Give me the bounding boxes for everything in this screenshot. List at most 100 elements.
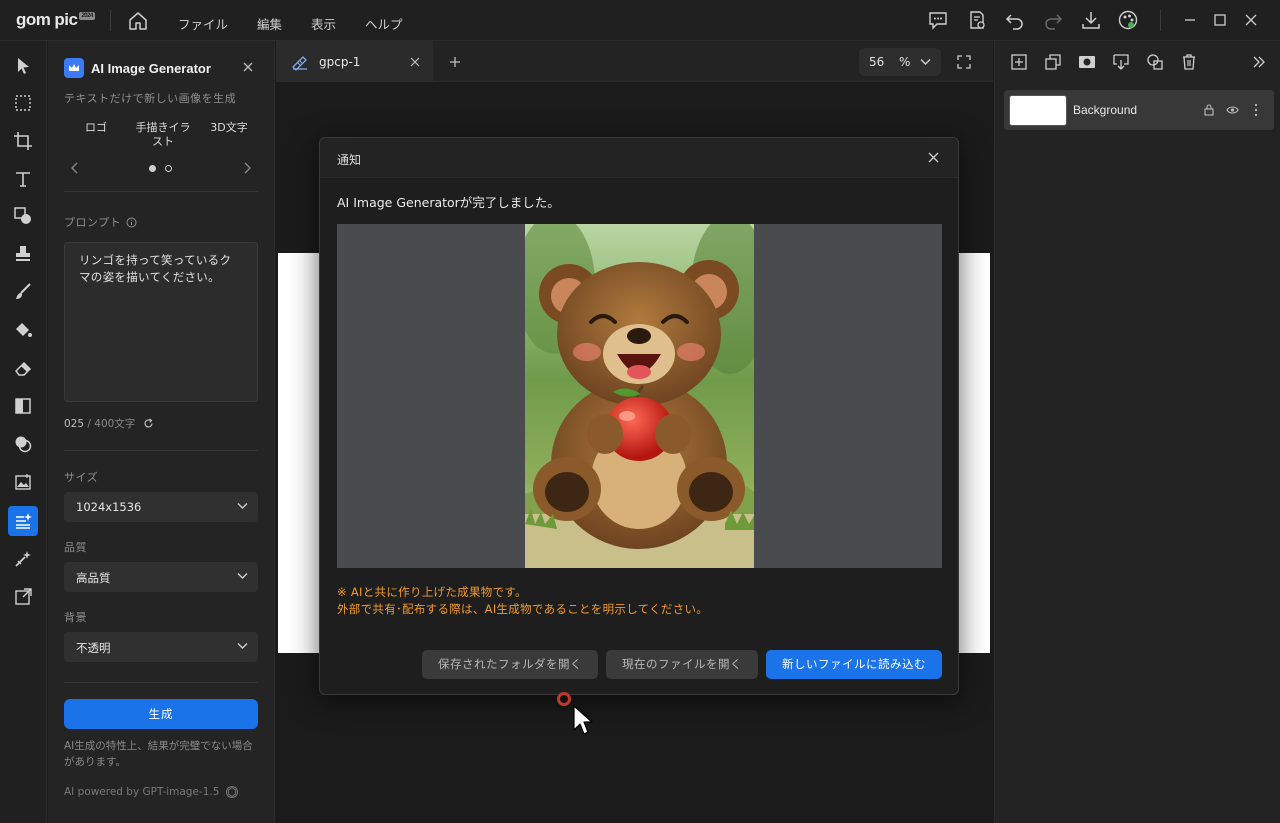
stamp-icon[interactable]	[8, 239, 38, 269]
layers-panel: Background	[994, 41, 1280, 823]
panel-subtitle: テキストだけで新しい画像を生成	[64, 92, 237, 105]
panel-title: AI Image Generator	[91, 61, 211, 76]
quality-select[interactable]: 高品質	[64, 562, 258, 592]
redo-icon[interactable]	[1042, 9, 1064, 31]
chevron-down-icon	[237, 643, 248, 649]
divider	[64, 682, 258, 683]
dialog-message: AI Image Generatorが完了しました。	[337, 195, 560, 210]
layer-mask-icon[interactable]	[1078, 53, 1096, 71]
download-icon[interactable]	[1080, 9, 1102, 31]
minimize-icon[interactable]	[1179, 9, 1201, 31]
openai-icon	[226, 786, 239, 798]
info-icon[interactable]	[126, 217, 137, 228]
delete-layer-icon[interactable]	[1180, 53, 1198, 71]
duplicate-layer-icon[interactable]	[1044, 53, 1062, 71]
divider	[110, 10, 111, 31]
fit-screen-icon[interactable]	[957, 55, 971, 69]
menu-view[interactable]: 表示	[311, 14, 336, 33]
divider	[64, 450, 258, 451]
style-tab-3d-text[interactable]: 3D文字	[208, 121, 250, 135]
close-icon[interactable]	[241, 60, 255, 74]
close-window-icon[interactable]	[1240, 9, 1262, 31]
notification-dialog: 通知 AI Image Generatorが完了しました。 ※ AIと共に作り上…	[319, 137, 959, 695]
menu-file[interactable]: ファイル	[178, 14, 228, 33]
maximize-icon[interactable]	[1209, 9, 1231, 31]
load-new-file-button[interactable]: 新しいファイルに読み込む	[766, 650, 942, 679]
close-tab-icon[interactable]	[410, 57, 420, 67]
title-bar: gom pic 2024 ファイル 編集 表示 ヘルプ	[0, 0, 1280, 41]
style-tab-hand-drawn[interactable]: 手描きイラ スト	[133, 121, 193, 149]
menu-edit[interactable]: 編集	[257, 14, 282, 33]
palette-icon[interactable]	[1117, 9, 1139, 31]
divider	[64, 191, 258, 192]
carousel-dot[interactable]	[165, 165, 172, 172]
document-tab-bar: gpcp-1 56 %	[276, 41, 993, 82]
mouse-cursor-icon	[573, 705, 593, 735]
add-tab-icon[interactable]	[449, 56, 461, 68]
crown-icon	[64, 58, 84, 78]
ai-magic-icon[interactable]	[8, 544, 38, 574]
filter-effects-icon[interactable]	[8, 429, 38, 459]
file-settings-icon[interactable]	[966, 9, 988, 31]
gradient-icon[interactable]	[8, 391, 38, 421]
generate-button[interactable]: 生成	[64, 699, 258, 729]
generation-note: AI生成の特性上、結果が完璧でない場合があります。	[64, 740, 253, 768]
collapse-panel-icon[interactable]	[1250, 53, 1268, 71]
add-layer-icon[interactable]	[1010, 53, 1028, 71]
prompt-label: プロンプト	[64, 214, 137, 230]
eye-icon[interactable]	[1226, 105, 1239, 115]
close-icon[interactable]	[927, 151, 940, 164]
select-pointer-icon[interactable]	[8, 51, 38, 81]
home-icon[interactable]	[127, 10, 149, 32]
character-counter: 025 / 400文字	[64, 416, 154, 431]
main-menu: ファイル 編集 表示 ヘルプ	[178, 14, 432, 33]
chevron-down-icon	[237, 503, 248, 509]
open-saved-folder-button[interactable]: 保存されたフォルダを開く	[422, 650, 598, 679]
marquee-select-icon[interactable]	[8, 88, 38, 118]
divider	[1160, 10, 1161, 31]
dialog-header: 通知	[320, 138, 958, 178]
app-logo: gom pic 2024	[16, 10, 95, 29]
reset-icon[interactable]	[143, 418, 154, 429]
chevron-left-icon[interactable]	[70, 162, 80, 174]
size-select[interactable]: 1024x1536	[64, 492, 258, 522]
generated-image-preview	[337, 224, 942, 568]
background-select[interactable]: 不透明	[64, 632, 258, 662]
crop-icon[interactable]	[8, 126, 38, 156]
background-label: 背景	[64, 611, 87, 624]
ai-generator-icon[interactable]	[8, 506, 38, 536]
lock-icon[interactable]	[1204, 104, 1214, 116]
generated-image	[525, 224, 754, 568]
menu-help[interactable]: ヘルプ	[365, 14, 403, 33]
ai-disclaimer: ※ AIと共に作り上げた成果物です。 外部で共有･配布する際は、AI生成物である…	[337, 585, 709, 616]
style-tab-logo[interactable]: ロゴ	[84, 121, 108, 135]
text-tool-icon[interactable]	[8, 164, 38, 194]
chevron-right-icon[interactable]	[242, 162, 252, 174]
merge-layer-icon[interactable]	[1112, 53, 1130, 71]
click-indicator	[557, 692, 571, 706]
layer-item[interactable]: Background	[1004, 90, 1274, 130]
chevron-down-icon[interactable]	[920, 58, 931, 66]
zoom-control[interactable]: 56 %	[859, 48, 941, 76]
fill-bucket-icon[interactable]	[8, 315, 38, 345]
export-image-icon[interactable]	[8, 582, 38, 612]
more-options-icon[interactable]	[1254, 103, 1258, 117]
dialog-title: 通知	[337, 153, 362, 167]
layer-thumbnail	[1009, 95, 1067, 126]
undo-icon[interactable]	[1004, 9, 1026, 31]
document-tab[interactable]: gpcp-1	[276, 41, 433, 82]
prompt-textarea[interactable]: リンゴを持って笑っているクマの姿を描いてください。	[64, 242, 258, 402]
eraser-icon[interactable]	[8, 353, 38, 383]
carousel-dot-active[interactable]	[149, 165, 156, 172]
document-icon	[292, 56, 307, 71]
chat-icon[interactable]	[927, 9, 949, 31]
open-current-file-button[interactable]: 現在のファイルを開く	[606, 650, 758, 679]
chevron-down-icon	[237, 573, 248, 579]
shape-tool-icon[interactable]	[8, 201, 38, 231]
quality-label: 品質	[64, 541, 87, 554]
size-label: サイズ	[64, 471, 99, 484]
image-adjust-icon[interactable]	[8, 467, 38, 497]
layer-effects-icon[interactable]	[1146, 53, 1164, 71]
brush-icon[interactable]	[8, 277, 38, 307]
tool-bar	[0, 41, 47, 823]
